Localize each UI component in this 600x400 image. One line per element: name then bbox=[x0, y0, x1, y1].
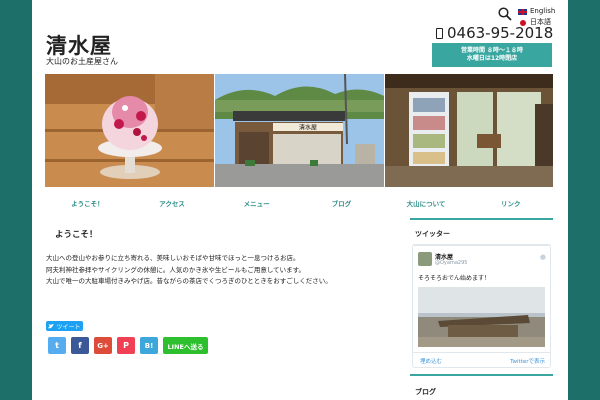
uk-flag-icon bbox=[518, 8, 527, 15]
share-buttons: t f G+ P B! LINEへ送る bbox=[48, 337, 208, 354]
shaved-ice-photo bbox=[45, 74, 214, 187]
facebook-share-button[interactable]: f bbox=[71, 337, 89, 354]
phone-text: 0463-95-2018 bbox=[447, 24, 554, 42]
google-plus-share-button[interactable]: G+ bbox=[94, 337, 112, 354]
business-hours: 営業時間 ８時〜１８時 水曜日は12時閉店 bbox=[432, 43, 552, 67]
hours-line-1: 営業時間 ８時〜１８時 bbox=[460, 47, 524, 54]
nav-blog[interactable]: ブログ bbox=[299, 198, 384, 208]
tweet-label: ツイート bbox=[56, 323, 81, 331]
view-on-twitter-link[interactable]: Twitterで表示 bbox=[510, 357, 545, 368]
nav-access[interactable]: アクセス bbox=[130, 198, 215, 208]
phone-number[interactable]: 0463-95-2018 bbox=[436, 24, 553, 42]
site-subtitle: 大山のお土産屋さん bbox=[46, 57, 118, 66]
twitter-bird-icon: ● bbox=[539, 253, 546, 261]
timeline-footer: 埋め込む Twitterで表示 bbox=[413, 352, 550, 368]
tweet-photo[interactable] bbox=[418, 287, 545, 347]
sidebar: ツイッター 清水屋 @Oyama295 ● そろそろおでん始めます！ 埋め込む … bbox=[410, 218, 553, 400]
nav-welcome[interactable]: ようこそ！ bbox=[45, 198, 130, 208]
avatar[interactable] bbox=[418, 252, 432, 266]
lang-english[interactable]: English bbox=[518, 6, 555, 17]
storefront-photo: 清水屋 bbox=[215, 74, 384, 187]
twitter-bird-icon bbox=[48, 323, 55, 328]
welcome-heading: ようこそ！ bbox=[55, 230, 98, 240]
search-icon[interactable] bbox=[498, 7, 512, 21]
sign-text: 清水屋 bbox=[299, 124, 317, 132]
timeline-divider bbox=[413, 245, 550, 246]
tweet-author-handle[interactable]: @Oyama295 bbox=[435, 260, 467, 266]
pocket-share-button[interactable]: P bbox=[117, 337, 135, 354]
nav-about-oyama[interactable]: 大山について bbox=[384, 198, 469, 208]
shop-interior-photo bbox=[385, 74, 553, 187]
phone-icon bbox=[436, 27, 443, 39]
welcome-line: 大山への登山やお参りに立ち寄れる、美味しいおそばや甘味でほっと一息つけるお店。 bbox=[46, 254, 300, 262]
lang-english-label: English bbox=[530, 7, 556, 15]
hero-images: 清水屋 bbox=[45, 74, 553, 187]
page: 清水屋 大山のお土産屋さん English 日本語 0463-95-2018 営… bbox=[32, 0, 568, 400]
twitter-timeline: 清水屋 @Oyama295 ● そろそろおでん始めます！ 埋め込む Twitte… bbox=[412, 244, 551, 368]
nav-links[interactable]: リンク bbox=[468, 198, 553, 208]
line-share-button[interactable]: LINEへ送る bbox=[163, 337, 208, 354]
twitter-widget-heading: ツイッター bbox=[410, 218, 553, 244]
main-nav: ようこそ！ アクセス メニュー ブログ 大山について リンク bbox=[45, 198, 553, 208]
nav-menu[interactable]: メニュー bbox=[214, 198, 299, 208]
welcome-line: 大山で唯一の大駐車場付きみやげ店。昔ながらの茶店でくつろぎのひとときをおすごしく… bbox=[46, 277, 332, 285]
hours-line-2: 水曜日は12時閉店 bbox=[466, 55, 518, 62]
tweet-button[interactable]: ツイート bbox=[46, 321, 83, 331]
welcome-text: 大山への登山やお参りに立ち寄れる、美味しいおそばや甘味でほっと一息つけるお店。 … bbox=[46, 253, 332, 288]
tweet-text: そろそろおでん始めます！ bbox=[418, 275, 491, 282]
hatena-share-button[interactable]: B! bbox=[140, 337, 158, 354]
blog-widget-heading: ブログ bbox=[410, 374, 553, 397]
welcome-line: 阿夫利神社参拝やサイクリングの休憩に。人気のかき氷や生ビールもご用意しています。 bbox=[46, 265, 306, 274]
twitter-share-button[interactable]: t bbox=[48, 337, 66, 354]
embed-link[interactable]: 埋め込む bbox=[420, 357, 442, 368]
